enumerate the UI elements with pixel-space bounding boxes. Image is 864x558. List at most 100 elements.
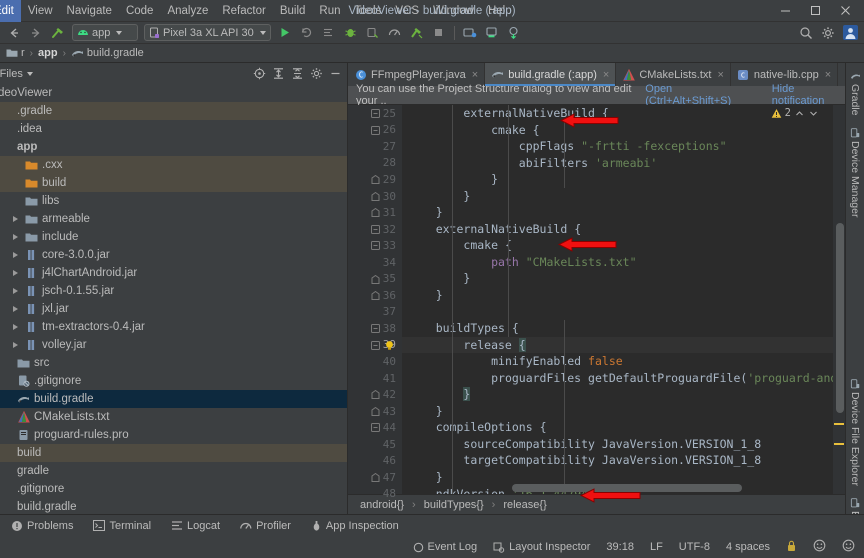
hide-notification-link[interactable]: Hide notification (772, 83, 845, 107)
bottom-tool-logcat[interactable]: Logcat (168, 519, 223, 533)
fold-end-icon[interactable] (371, 208, 380, 218)
fold-end-icon[interactable] (371, 274, 380, 284)
fold-collapse-icon[interactable] (371, 340, 380, 350)
editor-tab-no[interactable]: CNo (838, 63, 845, 86)
fold-end-icon[interactable] (371, 175, 380, 185)
expand-arrow-icon[interactable] (10, 342, 21, 348)
fold-end-icon[interactable] (371, 472, 380, 483)
file-encoding[interactable]: UTF-8 (676, 540, 713, 554)
code-line-33[interactable]: cmake { (402, 237, 833, 254)
tree-item-app[interactable]: app (0, 138, 347, 156)
indent-setting[interactable]: 4 spaces (723, 540, 773, 554)
structure-item-release--[interactable]: release{} (499, 499, 550, 511)
tree-item-src[interactable]: src (0, 354, 347, 372)
tree-item--gitignore[interactable]: .gitignore (0, 372, 347, 390)
breadcrumb-item-app[interactable]: app (35, 46, 61, 60)
code-line-36[interactable]: } (402, 287, 833, 304)
fold-end-icon[interactable] (371, 390, 380, 400)
expand-arrow-icon[interactable] (10, 270, 21, 276)
code-line-46[interactable]: targetCompatibility JavaVersion.VERSION_… (402, 452, 833, 469)
profiler-icon[interactable] (385, 23, 405, 43)
code-line-45[interactable]: sourceCompatibility JavaVersion.VERSION_… (402, 436, 833, 453)
fold-end-icon[interactable] (371, 290, 380, 301)
fold-collapse-icon[interactable] (371, 423, 380, 433)
bottom-tool-problems[interactable]: Problems (8, 519, 76, 533)
code-line-34[interactable]: path "CMakeLists.txt" (402, 254, 833, 271)
menu-item-analyze[interactable]: Analyze (160, 0, 215, 22)
minimize-button[interactable] (770, 0, 800, 22)
fold-collapse-icon[interactable] (371, 224, 380, 234)
code-line-30[interactable]: } (402, 188, 833, 205)
run-configuration-selector[interactable]: app (72, 24, 138, 41)
right-tool-device-file-explorer[interactable]: Device File Explorer (848, 374, 862, 491)
structure-item-buildtypes--[interactable]: buildTypes{} (420, 499, 488, 511)
line-number-48[interactable]: 48 (348, 486, 402, 503)
line-number-40[interactable]: 40 (348, 353, 402, 370)
expand-arrow-icon[interactable] (10, 234, 21, 240)
tree-item-j4lchartandroid-jar[interactable]: j4lChartAndroid.jar (0, 264, 347, 282)
code-line-26[interactable]: cmake { (402, 122, 833, 139)
gear-icon[interactable] (307, 65, 325, 83)
line-number-28[interactable]: 28 (348, 155, 402, 172)
breadcrumb-item-r[interactable]: r (2, 46, 28, 61)
warning-marker[interactable] (834, 423, 844, 425)
tree-item-cmakelists-txt[interactable]: CMakeLists.txt (0, 408, 347, 426)
editor-tab-cmakelists-txt[interactable]: CMakeLists.txt × (616, 63, 731, 86)
expand-arrow-icon[interactable] (10, 306, 21, 312)
breadcrumb-item-build-gradle[interactable]: build.gradle (68, 46, 147, 61)
avd-manager-icon[interactable] (460, 23, 480, 43)
hide-panel-icon[interactable] (326, 65, 344, 83)
line-separator[interactable]: LF (647, 540, 666, 554)
sdk-manager-icon[interactable] (482, 23, 502, 43)
code-line-29[interactable]: } (402, 171, 833, 188)
tree-item-build[interactable]: build (0, 174, 347, 192)
tree-item-armeable[interactable]: armeable (0, 210, 347, 228)
code-line-32[interactable]: externalNativeBuild { (402, 221, 833, 238)
code-line-39[interactable]: release { (402, 336, 833, 354)
menu-item-build[interactable]: Build (273, 0, 313, 22)
expand-arrow-icon[interactable] (10, 288, 21, 294)
locate-icon[interactable] (250, 65, 268, 83)
menu-item-vcs[interactable]: VCS (388, 0, 426, 22)
smiley-icon[interactable] (839, 538, 858, 556)
editor-tab-ffmpegplayer-java[interactable]: C FFmpegPlayer.java × (348, 63, 486, 86)
editor-tab-build-gradle---app-[interactable]: build.gradle (:app) × (485, 63, 617, 86)
notification-open-link[interactable]: Open (Ctrl+Alt+Shift+S) (645, 83, 753, 107)
tree-root-item[interactable]: VideoViewer (0, 84, 347, 102)
tree-item-jsch-0-1-55-jar[interactable]: jsch-0.1.55.jar (0, 282, 347, 300)
right-tool-device-manager[interactable]: Device Manager (848, 123, 862, 222)
code-line-25[interactable]: externalNativeBuild { (402, 105, 833, 122)
layout-inspector-button[interactable]: Layout Inspector (490, 540, 593, 554)
tree-item-gradle[interactable]: gradle (0, 462, 347, 480)
menu-item-tools[interactable]: Tools (348, 0, 389, 22)
code-line-35[interactable]: } (402, 270, 833, 287)
menu-item-window[interactable]: Window (426, 0, 481, 22)
tree-item--idea[interactable]: .idea (0, 120, 347, 138)
smiley-icon[interactable] (810, 538, 829, 556)
back-arrow-icon[interactable] (4, 23, 24, 43)
close-button[interactable] (830, 0, 860, 22)
close-tab-icon[interactable]: × (717, 69, 723, 81)
tree-item-core-3-0-0-jar[interactable]: core-3.0.0.jar (0, 246, 347, 264)
tree-item-proguard-rules-pro[interactable]: proguard-rules.pro (0, 426, 347, 444)
debug-icon[interactable] (341, 23, 361, 43)
line-number-45[interactable]: 45 (348, 436, 402, 453)
fold-end-icon[interactable] (371, 406, 380, 416)
bottom-tool-profiler[interactable]: Profiler (237, 519, 294, 533)
code-line-37[interactable] (402, 304, 833, 321)
stop-icon[interactable] (429, 23, 449, 43)
code-line-28[interactable]: abiFilters 'armeabi' (402, 155, 833, 172)
line-number-41[interactable]: 41 (348, 370, 402, 387)
fold-collapse-icon[interactable] (371, 125, 380, 135)
build-hammer-icon[interactable] (48, 23, 68, 43)
expand-all-icon[interactable] (269, 65, 287, 83)
warning-marker[interactable] (834, 443, 844, 445)
vertical-scrollbar[interactable] (836, 223, 844, 413)
line-number-34[interactable]: 34 (348, 254, 402, 271)
code-line-43[interactable]: } (402, 403, 833, 420)
code-line-41[interactable]: proguardFiles getDefaultProguardFile('pr… (402, 370, 833, 387)
code-line-40[interactable]: minifyEnabled false (402, 353, 833, 370)
tree-item--gradle[interactable]: .gradle (0, 102, 347, 120)
code-editor[interactable]: 2526272829303132333435363738394041424344… (348, 105, 845, 500)
code-text[interactable]: 2 externalNativeBuild { cmake { cppFlags… (402, 105, 833, 494)
